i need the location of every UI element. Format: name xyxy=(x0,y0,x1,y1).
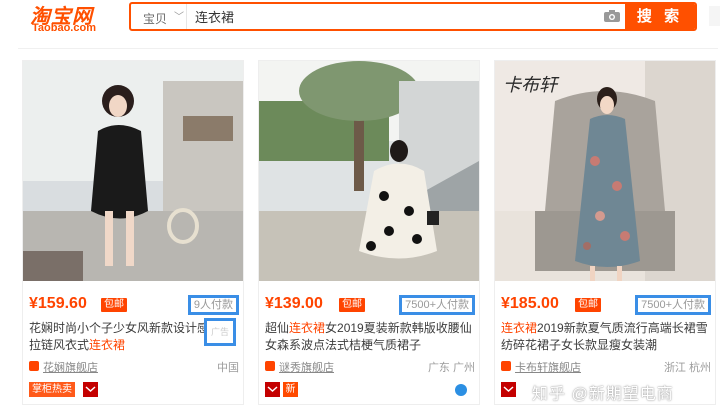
tmall-icon[interactable] xyxy=(83,382,98,397)
search-button[interactable]: 搜 索 xyxy=(625,4,695,29)
price: ¥139.00 xyxy=(265,295,323,312)
price: ¥185.00 xyxy=(501,295,559,312)
search-type-label: 宝贝 xyxy=(143,12,168,26)
free-shipping-badge: 包邮 xyxy=(101,298,127,312)
title-keyword: 连衣裙 xyxy=(289,321,326,335)
hot-seller-tag: 掌柜热卖 xyxy=(29,382,75,397)
title-keyword: 连衣裙 xyxy=(501,321,538,335)
shop-link[interactable]: 谜秀旗舰店 xyxy=(279,359,334,375)
header: 淘宝网 Taobao.com 宝贝 ﹀ 搜 索 xyxy=(0,0,720,40)
deal-count: 7500+人付款 xyxy=(399,295,475,315)
taobao-logo[interactable]: 淘宝网 Taobao.com xyxy=(30,0,114,36)
free-shipping-badge: 包邮 xyxy=(575,298,601,312)
free-shipping-badge: 包邮 xyxy=(339,298,365,312)
product-card[interactable]: 卡布轩 ¥185.00 包邮 7500+人付款 连衣裙2019新款夏气质流行高端… xyxy=(494,60,716,405)
header-divider xyxy=(18,48,718,49)
service-icons: 新 xyxy=(265,382,475,400)
info-icon[interactable] xyxy=(455,384,467,396)
shop-row: 谜秀旗舰店 广东 广州 xyxy=(265,359,475,375)
deal-count: 9人付款 xyxy=(187,295,239,315)
price-row: ¥185.00 包邮 7500+人付款 xyxy=(501,295,711,315)
product-card[interactable]: ¥159.60 包邮 9人付款 花娴时尚小个子少女风新款设计感连帽拉链风衣式连衣… xyxy=(22,60,244,405)
search-type-select[interactable]: 宝贝 ﹀ xyxy=(131,4,187,29)
shop-link[interactable]: 卡布轩旗舰店 xyxy=(515,359,581,375)
shop-icon xyxy=(265,361,275,371)
product-card[interactable]: ¥139.00 包邮 7500+人付款 超仙连衣裙女2019夏装新款韩版收腰仙女… xyxy=(258,60,480,405)
product-title[interactable]: 连衣裙2019新款夏气质流行高端长裙雪纺碎花裙子女长款显瘦女装潮 xyxy=(501,320,713,354)
service-icons: 掌柜热卖 xyxy=(29,382,239,400)
camera-icon[interactable] xyxy=(603,9,621,23)
shop-link[interactable]: 花娴旗舰店 xyxy=(43,359,98,375)
search-bar: 宝贝 ﹀ 搜 索 xyxy=(129,2,697,31)
cart-edge-icon[interactable] xyxy=(707,6,720,26)
price-row: ¥139.00 包邮 7500+人付款 xyxy=(265,295,475,315)
brand-overlay: 卡布轩 xyxy=(503,75,560,96)
tmall-icon[interactable] xyxy=(501,382,516,397)
title-keyword: 连衣裙 xyxy=(89,338,126,352)
price: ¥159.60 xyxy=(29,295,87,312)
shop-row: 花娴旗舰店 中国 xyxy=(29,359,239,375)
price-row: ¥159.60 包邮 9人付款 xyxy=(29,295,239,315)
deal-count: 7500+人付款 xyxy=(635,295,711,315)
product-image[interactable]: 卡布轩 xyxy=(495,61,715,281)
chevron-down-icon: ﹀ xyxy=(174,12,184,23)
product-image[interactable] xyxy=(23,61,243,281)
tmall-icon[interactable] xyxy=(265,382,280,397)
logo-domain: Taobao.com xyxy=(32,22,96,34)
title-text: 超仙 xyxy=(265,321,290,335)
product-image[interactable] xyxy=(259,61,479,281)
shop-icon xyxy=(29,361,39,371)
title-text: 花娴时尚小个子少女风新款设计感连帽拉链风衣式 xyxy=(29,321,234,352)
new-tag: 新 xyxy=(283,382,298,397)
product-title[interactable]: 超仙连衣裙女2019夏装新款韩版收腰仙女森系波点法式桔梗气质裙子 xyxy=(265,320,477,354)
zhihu-watermark: 知乎 @新期望电商 xyxy=(532,386,674,403)
location: 中国 xyxy=(217,362,239,374)
shop-row: 卡布轩旗舰店 浙江 杭州 xyxy=(501,359,711,375)
search-input[interactable] xyxy=(193,4,593,29)
shop-icon xyxy=(501,361,511,371)
ad-label[interactable]: 广告 xyxy=(204,318,236,346)
location: 广东 广州 xyxy=(427,362,475,374)
location: 浙江 杭州 xyxy=(663,362,711,374)
